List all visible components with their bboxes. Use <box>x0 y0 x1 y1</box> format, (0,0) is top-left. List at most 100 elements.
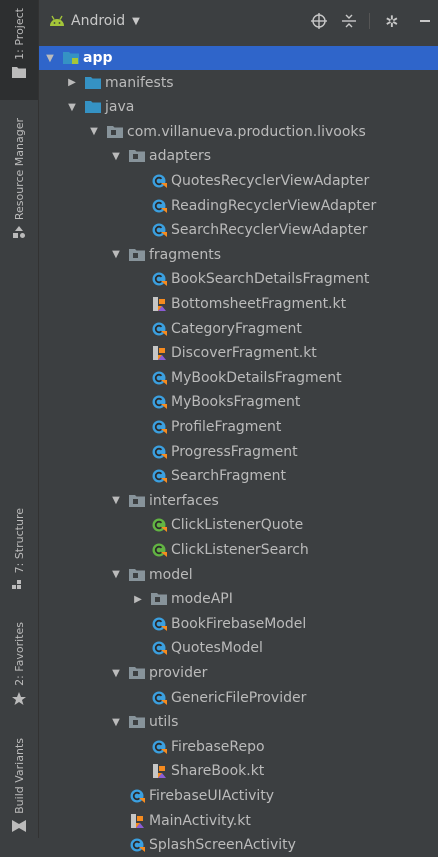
build-variants-tab[interactable]: Build Variants <box>0 738 38 834</box>
tree-item-label: provider <box>149 665 208 681</box>
module-folder-icon <box>63 52 79 64</box>
chevron-down-icon[interactable]: ▼ <box>111 668 121 679</box>
package-folder-icon <box>129 667 145 679</box>
tree-row[interactable]: ProgressFragment <box>39 440 438 464</box>
tree-row[interactable]: ▼ adapters <box>39 144 438 168</box>
tree-item-label: interfaces <box>149 492 219 509</box>
add-target-button[interactable] <box>306 0 332 42</box>
tree-row[interactable]: ▼ provider <box>39 661 438 685</box>
tree-row[interactable]: GenericFileProvider <box>39 686 438 710</box>
package-folder-icon <box>107 125 123 138</box>
tree-row[interactable]: ProfileFragment <box>39 415 438 439</box>
tree-item-label: ShareBook.kt <box>171 763 265 780</box>
tree-item-label: ReadingRecyclerViewAdapter <box>171 197 377 214</box>
tree-row[interactable]: DiscoverFragment.kt <box>39 341 438 365</box>
tree-item-label: manifests <box>105 74 174 91</box>
tree-row[interactable]: ▼ fragments <box>39 243 438 267</box>
class-icon <box>152 469 167 484</box>
project-tab[interactable]: 1: Project <box>0 0 38 100</box>
toolbar-separator <box>369 13 370 29</box>
structure-tab[interactable]: 7: Structure <box>0 508 38 592</box>
chevron-down-icon[interactable]: ▼ <box>111 249 121 260</box>
build-variants-icon <box>12 819 26 832</box>
package-folder-icon <box>129 494 145 507</box>
folder-icon <box>85 76 101 89</box>
tree-row[interactable]: QuotesModel <box>39 636 438 660</box>
tree-row[interactable]: ▼ app <box>39 46 438 70</box>
tree-row[interactable]: ▼ interfaces <box>39 489 438 513</box>
favorites-tab[interactable]: 2: Favorites <box>0 622 38 708</box>
tree-row[interactable]: ▶ manifests <box>39 71 438 95</box>
class-icon <box>152 199 167 213</box>
minimize-button[interactable] <box>413 0 437 42</box>
tree-row[interactable]: SearchRecyclerViewAdapter <box>39 218 438 242</box>
tree-row[interactable]: QuotesRecyclerViewAdapter <box>39 169 438 193</box>
android-icon <box>50 15 64 26</box>
tree-item-label: ClickListenerSearch <box>171 542 309 558</box>
class-icon <box>152 420 167 434</box>
settings-button[interactable]: ✲ <box>379 0 405 42</box>
tree-item-label: adapters <box>149 148 212 165</box>
class-icon <box>152 322 167 336</box>
tree-row[interactable]: MainActivity.kt <box>39 809 438 833</box>
package-folder-icon <box>129 568 145 581</box>
minimize-icon <box>420 20 430 22</box>
chevron-right-icon[interactable]: ▶ <box>133 594 143 605</box>
tree-row[interactable]: SplashScreenActivity <box>39 833 438 857</box>
tree-row[interactable]: SearchFragment <box>39 464 438 488</box>
tree-row[interactable]: MyBooksFragment <box>39 390 438 414</box>
tree-item-label: model <box>149 566 193 583</box>
package-folder-icon <box>129 248 145 261</box>
tree-row[interactable]: ShareBook.kt <box>39 759 438 783</box>
tree-item-label: ClickListenerQuote <box>171 517 304 534</box>
add-target-icon <box>311 13 327 29</box>
tree-item-label: BookSearchDetailsFragment <box>171 271 370 288</box>
tree-item-label: FirebaseUIActivity <box>149 788 275 804</box>
tree-row[interactable]: FirebaseRepo <box>39 735 438 759</box>
tree-item-label: QuotesRecyclerViewAdapter <box>171 173 370 189</box>
class-icon <box>152 691 167 705</box>
chevron-down-icon[interactable]: ▼ <box>111 717 121 728</box>
tree-row[interactable]: MyBookDetailsFragment <box>39 366 438 390</box>
tree-row[interactable]: ClickListenerSearch <box>39 538 438 562</box>
resource-manager-tab[interactable]: Resource Manager <box>0 118 38 258</box>
resource-manager-tab-label: Resource Manager <box>12 118 26 221</box>
tree-row[interactable]: ReadingRecyclerViewAdapter <box>39 194 438 218</box>
chevron-down-icon[interactable]: ▼ <box>67 102 77 113</box>
folder-icon <box>85 101 101 114</box>
tree-row[interactable]: ▼ model <box>39 563 438 587</box>
tree-row[interactable]: ▼ utils <box>39 710 438 734</box>
tree-row[interactable]: ▼ java <box>39 95 438 119</box>
project-tree: ▼ app ▶ manifests ▼ java ▼ com.villanueva.produ… <box>39 42 438 853</box>
class-icon <box>152 223 167 238</box>
class-icon <box>152 740 167 754</box>
tree-item-label: CategoryFragment <box>171 320 302 337</box>
collapse-all-button[interactable] <box>337 0 361 42</box>
tree-item-label: SearchRecyclerViewAdapter <box>171 222 368 239</box>
interface-icon <box>152 518 167 533</box>
tree-row[interactable]: CategoryFragment <box>39 317 438 341</box>
chevron-down-icon[interactable]: ▼ <box>45 53 55 64</box>
structure-icon <box>12 580 21 590</box>
tree-item-label: MyBookDetailsFragment <box>171 369 342 386</box>
tree-row[interactable]: BottomsheetFragment.kt <box>39 292 438 316</box>
tree-row[interactable]: ▶ modeAPI <box>39 587 438 611</box>
chevron-down-icon[interactable]: ▼ <box>111 495 121 506</box>
chevron-down-icon[interactable]: ▼ <box>111 151 121 162</box>
chevron-down-icon[interactable]: ▼ <box>111 569 121 580</box>
tree-row[interactable]: FirebaseUIActivity <box>39 784 438 808</box>
package-folder-icon <box>151 593 167 606</box>
chevron-down-icon[interactable]: ▼ <box>89 126 99 137</box>
chevron-right-icon[interactable]: ▶ <box>67 77 77 88</box>
tree-item-label: MainActivity.kt <box>149 812 251 829</box>
tree-row[interactable]: BookFirebaseModel <box>39 612 438 636</box>
tree-row[interactable]: ▼ com.villanueva.production.livooks <box>39 120 438 144</box>
tree-row[interactable]: BookSearchDetailsFragment <box>39 267 438 291</box>
class-icon <box>152 641 167 656</box>
interface-icon <box>152 543 167 557</box>
kotlin-file-icon <box>153 764 166 779</box>
project-tab-label: 1: Project <box>12 8 26 60</box>
tree-row[interactable]: ClickListenerQuote <box>39 513 438 537</box>
tree-item-label: GenericFileProvider <box>171 689 307 706</box>
view-selector[interactable]: Android ▼ <box>49 13 140 29</box>
